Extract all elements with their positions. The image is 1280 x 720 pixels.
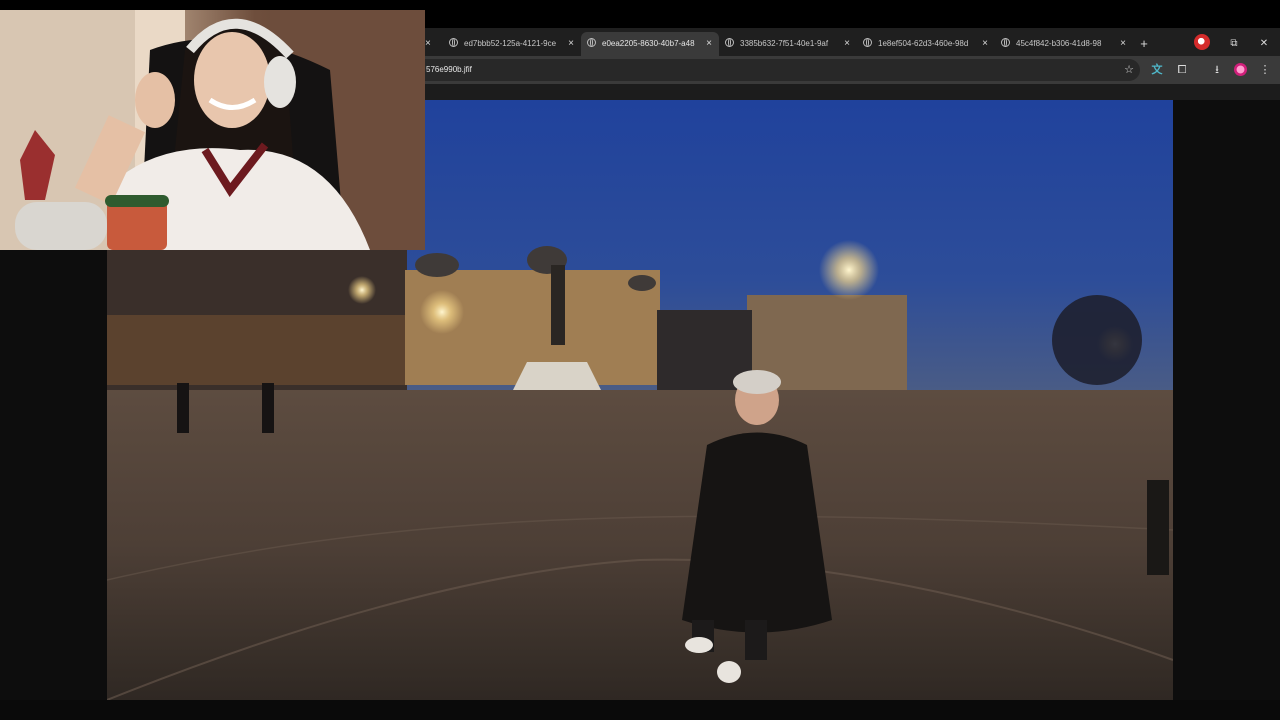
- webcam-overlay: [0, 10, 425, 250]
- tree: [1052, 295, 1142, 385]
- tab-title: 3385b632-7f51-40e1-9af: [740, 39, 829, 48]
- toolbar: 576e990b.jfif ☆ 文 ⧠ ⭳ ⋮: [425, 56, 1280, 84]
- globe-icon: [863, 38, 872, 47]
- tab-title: e0ea2205-8630-40b7-a48: [602, 39, 695, 48]
- tab-title: 45c4f842-b306-41d8-98: [1016, 39, 1102, 48]
- close-icon[interactable]: ×: [565, 32, 577, 56]
- avatar[interactable]: [1234, 63, 1247, 76]
- plaza-ground: [107, 390, 1173, 700]
- tab-title: 1e8ef504-62d3-460e-98d: [878, 39, 969, 48]
- star-icon[interactable]: ☆: [1124, 59, 1134, 81]
- content-header-gap: [425, 84, 1280, 100]
- tab-3[interactable]: 1e8ef504-62d3-460e-98d ×: [857, 32, 995, 56]
- url-text: 576e990b.jfif: [426, 65, 472, 74]
- globe-icon: [725, 38, 734, 47]
- tab-0[interactable]: ed7bbb52-125a-4121-9ce ×: [443, 32, 581, 56]
- tab-2[interactable]: 3385b632-7f51-40e1-9af ×: [719, 32, 857, 56]
- puzzle-icon[interactable]: ⧠: [1173, 59, 1191, 81]
- globe-icon: [449, 38, 458, 47]
- tab-4[interactable]: 45c4f842-b306-41d8-98 ×: [995, 32, 1133, 56]
- plus-icon[interactable]: +: [1137, 32, 1151, 56]
- microphone: [15, 202, 107, 250]
- close-icon[interactable]: ×: [841, 32, 853, 56]
- close-icon[interactable]: ×: [703, 32, 715, 56]
- tab-title: ed7bbb52-125a-4121-9ce: [464, 39, 557, 48]
- pen-tool-icon[interactable]: [1194, 34, 1210, 50]
- globe-icon: [587, 38, 596, 47]
- close-icon[interactable]: ×: [1117, 32, 1129, 56]
- download-icon[interactable]: ⭳: [1208, 59, 1226, 81]
- translate-icon[interactable]: 文: [1148, 59, 1166, 81]
- tab-1-active[interactable]: e0ea2205-8630-40b7-a48 ×: [581, 32, 719, 56]
- close-icon[interactable]: ×: [425, 32, 435, 56]
- window-close-icon[interactable]: ✕: [1255, 32, 1273, 56]
- right-margin: [1173, 100, 1280, 700]
- close-icon[interactable]: ×: [979, 32, 991, 56]
- monument: [551, 265, 565, 345]
- left-margin: [0, 250, 107, 700]
- address-bar[interactable]: 576e990b.jfif ☆: [425, 59, 1140, 81]
- globe-icon: [1001, 38, 1010, 47]
- webcam-illustration: [0, 10, 425, 250]
- restore-icon[interactable]: ⧉: [1225, 32, 1243, 56]
- tab-bar: × ed7bbb52-125a-4121-9ce × e0ea2205-8630…: [425, 28, 1280, 56]
- kebab-menu-icon[interactable]: ⋮: [1256, 59, 1274, 81]
